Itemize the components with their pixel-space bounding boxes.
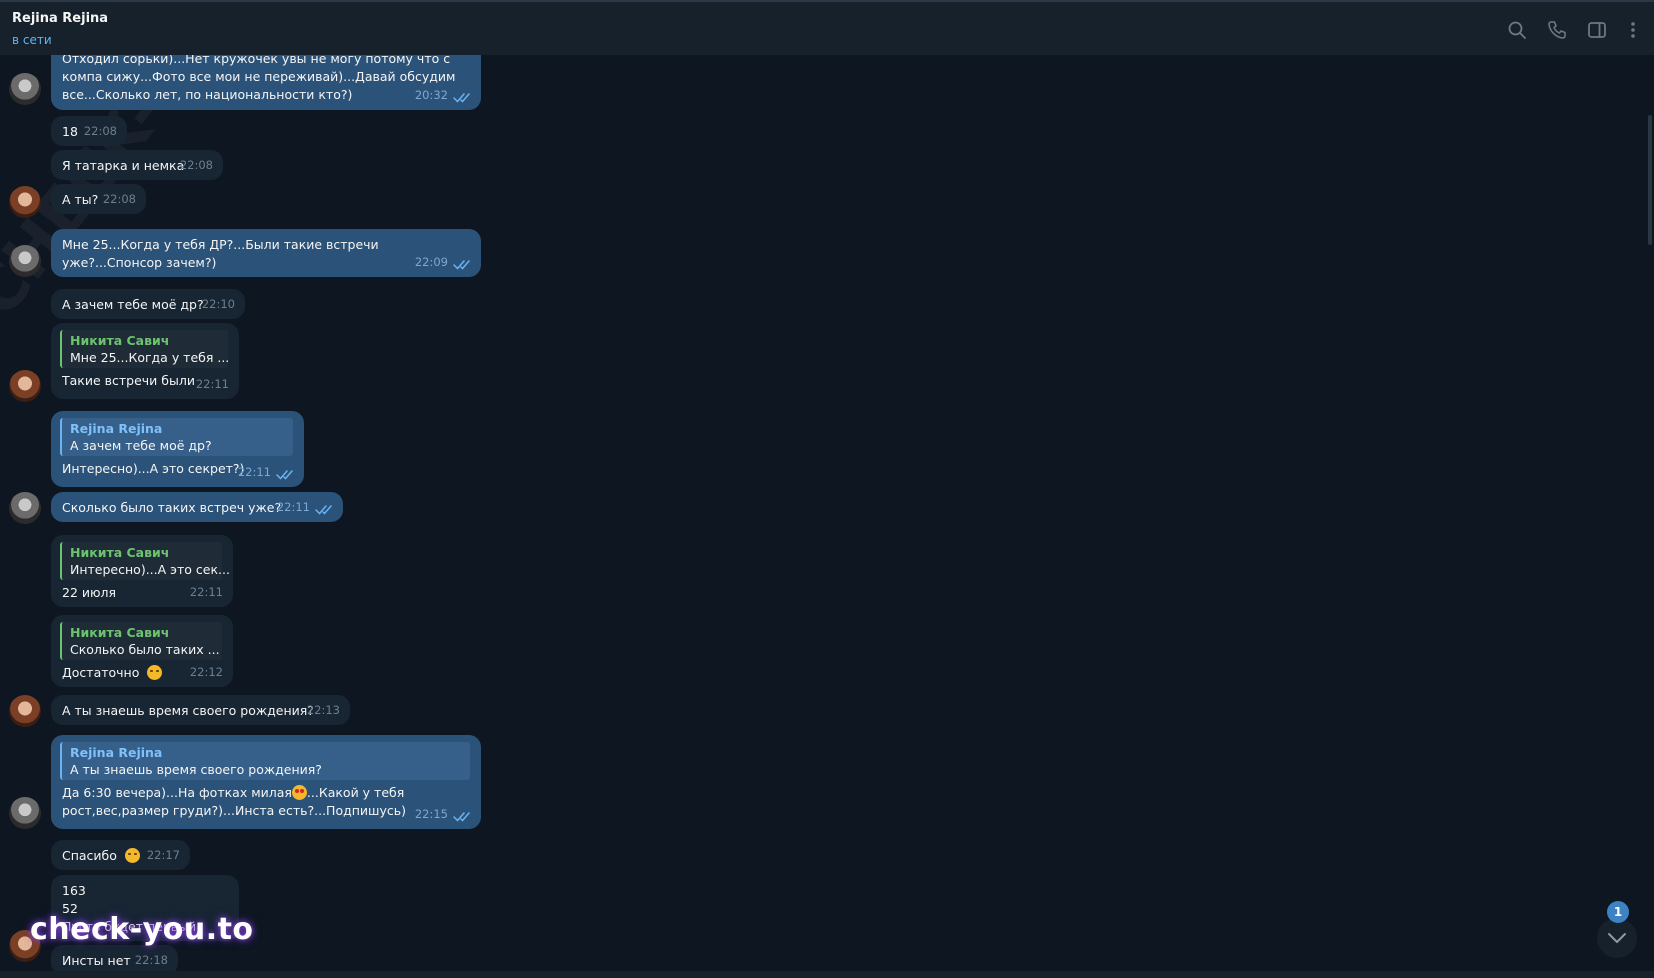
reply-quote[interactable]: Никита Савич Интересно)...А это сек... xyxy=(60,542,230,580)
phone-icon[interactable] xyxy=(1547,20,1567,40)
reply-author: Никита Савич xyxy=(70,333,170,348)
message-outgoing[interactable]: Rejina Rejina А зачем тебе моё др? Интер… xyxy=(51,411,304,487)
message-text: Отходил сорьки)...Нет кружочек увы не мо… xyxy=(62,55,460,102)
avatar[interactable] xyxy=(9,930,41,962)
composer-bar-edge xyxy=(0,971,1654,978)
avatar[interactable] xyxy=(9,245,41,277)
message-text: Сколько было таких встреч уже? xyxy=(62,500,282,515)
message-line: 52 xyxy=(62,901,78,916)
reply-quote[interactable]: Никита Савич Сколько было таких ... xyxy=(60,622,222,660)
message-line: Пусть будет первый xyxy=(62,919,197,934)
message-time: 22:11 xyxy=(276,500,310,514)
message-incoming[interactable]: 18 22:08 xyxy=(51,116,127,146)
message-text: Достаточно xyxy=(62,665,140,680)
message-time: 22:08 xyxy=(83,124,117,138)
reply-author: Rejina Rejina xyxy=(70,745,163,760)
more-vertical-icon[interactable] xyxy=(1623,20,1643,40)
message-incoming[interactable]: Никита Савич Сколько было таких ... Дост… xyxy=(51,615,233,687)
message-outgoing[interactable]: Мне 25...Когда у тебя ДР?...Были такие в… xyxy=(51,229,481,277)
message-text: А зачем тебе моё др? xyxy=(62,297,204,312)
reply-preview: Интересно)...А это сек... xyxy=(70,562,230,577)
message-text: Спасибо xyxy=(62,848,117,863)
message-list[interactable]: CHECK-YOU.ME Отходил сорьки)...Нет кружо… xyxy=(0,55,1654,971)
unread-count-badge: 1 xyxy=(1607,901,1629,923)
message-time: 22:11 xyxy=(189,585,223,599)
message-incoming[interactable]: Спасибо 22:17 xyxy=(51,840,190,870)
reply-quote[interactable]: Rejina Rejina А зачем тебе моё др? xyxy=(60,418,293,456)
avatar[interactable] xyxy=(9,73,41,105)
avatar[interactable] xyxy=(9,370,41,402)
scrollbar[interactable] xyxy=(1648,115,1652,245)
message-text: Я татарка и немка xyxy=(62,158,185,173)
reply-author: Никита Савич xyxy=(70,625,170,640)
contact-name[interactable]: Rejina Rejina xyxy=(12,11,108,26)
avatar[interactable] xyxy=(9,186,41,218)
message-text: Инсты нет xyxy=(62,953,131,968)
reply-quote[interactable]: Никита Савич Мне 25...Когда у тебя ... xyxy=(60,330,230,368)
reply-author: Никита Савич xyxy=(70,545,170,560)
reply-author: Rejina Rejina xyxy=(70,421,163,436)
message-text: 18 xyxy=(62,124,78,139)
reply-preview: А ты знаешь время своего рождения? xyxy=(70,762,322,777)
reply-preview: А зачем тебе моё др? xyxy=(70,438,212,453)
avatar[interactable] xyxy=(9,492,41,524)
message-time: 22:12 xyxy=(189,665,223,679)
message-incoming[interactable]: Я татарка и немка 22:08 xyxy=(51,150,223,180)
message-time: 22:11 xyxy=(195,377,229,391)
message-time: 22:18 xyxy=(134,953,168,967)
message-incoming[interactable]: Никита Савич Мне 25...Когда у тебя ... Т… xyxy=(51,323,239,399)
reply-preview: Мне 25...Когда у тебя ... xyxy=(70,350,230,365)
message-incoming[interactable]: Инсты нет 22:18 xyxy=(51,945,178,971)
double-check-icon xyxy=(453,259,473,270)
reply-quote[interactable]: Rejina Rejina А ты знаешь время своего р… xyxy=(60,742,470,780)
message-time: 22:10 xyxy=(201,297,235,311)
message-incoming[interactable]: Никита Савич Интересно)...А это сек... 2… xyxy=(51,535,233,607)
message-outgoing[interactable]: Rejina Rejina А ты знаешь время своего р… xyxy=(51,735,481,829)
reply-preview: Сколько было таких ... xyxy=(70,642,220,657)
avatar[interactable] xyxy=(9,797,41,829)
sidebar-toggle-icon[interactable] xyxy=(1587,20,1607,40)
heart-eyes-emoji xyxy=(291,785,307,800)
message-time: 20:32 xyxy=(414,88,448,102)
message-text: Мне 25...Когда у тебя ДР?...Были такие в… xyxy=(62,237,383,270)
message-text: А ты знаешь время своего рождения? xyxy=(62,703,314,718)
contact-status: в сети xyxy=(12,33,52,47)
avatar[interactable] xyxy=(9,695,41,727)
message-outgoing[interactable]: Сколько было таких встреч уже? 22:11 xyxy=(51,492,343,522)
double-check-icon xyxy=(453,92,473,103)
message-incoming[interactable]: 163 52 Пусть будет первый xyxy=(51,875,239,941)
double-check-icon xyxy=(276,469,296,480)
chat-header: Rejina Rejina в сети xyxy=(0,0,1654,55)
message-time: 22:13 xyxy=(306,703,340,717)
message-incoming[interactable]: А ты знаешь время своего рождения? 22:13 xyxy=(51,695,350,725)
message-time: 22:15 xyxy=(414,807,448,821)
message-text: Такие встречи были xyxy=(62,373,195,388)
message-time: 22:11 xyxy=(237,465,271,479)
message-time: 22:17 xyxy=(146,848,180,862)
smiling-face-emoji xyxy=(124,848,140,863)
double-check-icon xyxy=(315,504,335,515)
search-icon[interactable] xyxy=(1507,20,1527,40)
message-text: Интересно)...А это секрет?) xyxy=(62,461,245,476)
scroll-to-bottom-button[interactable] xyxy=(1597,918,1637,958)
message-incoming[interactable]: А зачем тебе моё др? 22:10 xyxy=(51,289,245,319)
message-text-part-1: Да 6:30 вечера)...На фотках милая xyxy=(62,785,292,800)
message-outgoing[interactable]: Отходил сорьки)...Нет кружочек увы не мо… xyxy=(51,55,481,110)
message-time: 22:09 xyxy=(414,255,448,269)
message-time: 22:08 xyxy=(179,158,213,172)
message-text: 22 июля xyxy=(62,585,117,600)
double-check-icon xyxy=(453,811,473,822)
smirking-face-emoji xyxy=(147,665,163,680)
message-incoming[interactable]: А ты? 22:08 xyxy=(51,184,146,214)
message-line: 163 xyxy=(62,883,86,898)
chevron-down-icon xyxy=(1608,933,1626,943)
message-text: А ты? xyxy=(62,192,99,207)
message-time: 22:08 xyxy=(102,192,136,206)
